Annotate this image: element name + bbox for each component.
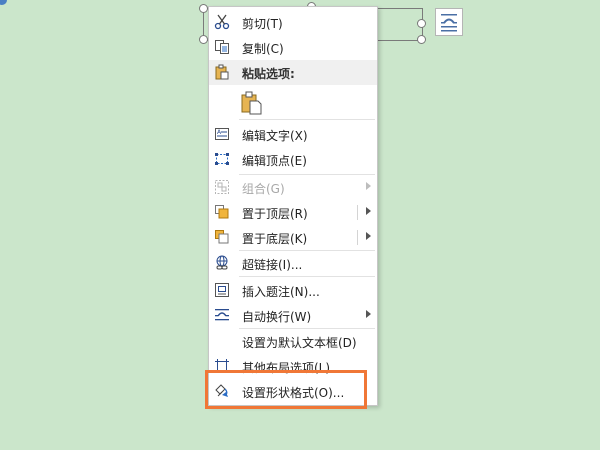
scissors-icon [214, 14, 230, 30]
resize-handle[interactable] [199, 35, 208, 44]
menu-item-cut[interactable]: 剪切(T) [209, 10, 377, 35]
submenu-arrow-icon[interactable] [366, 232, 371, 240]
menu-label: 粘贴选项: [242, 67, 295, 81]
menu-label: 超链接(I)... [242, 258, 303, 272]
menu-item-wrap-text[interactable]: 自动换行(W) [209, 303, 377, 328]
hyperlink-icon [216, 255, 228, 270]
bring-to-front-icon [215, 205, 229, 219]
submenu-arrow-icon [366, 182, 371, 190]
submenu-arrow-icon [366, 310, 371, 318]
menu-label: 置于顶层(R) [242, 207, 308, 221]
highlight-box [205, 370, 367, 409]
menu-item-group: 组合(G) [209, 175, 377, 200]
layout-options-button[interactable] [435, 8, 463, 36]
submenu-arrow-icon[interactable] [366, 207, 371, 215]
menu-item-edit-points[interactable]: 编辑顶点(E) [209, 147, 377, 172]
menu-item-edit-text[interactable]: A 编辑文字(X) [209, 122, 377, 147]
menu-item-hyperlink[interactable]: 超链接(I)... [209, 251, 377, 276]
menu-item-send-to-back[interactable]: 置于底层(K) [209, 225, 377, 250]
copy-icon [215, 40, 229, 54]
menu-item-bring-to-front[interactable]: 置于顶层(R) [209, 200, 377, 225]
clipboard-icon [215, 64, 229, 80]
menu-label: 剪切(T) [242, 17, 283, 31]
menu-label: 插入题注(N)... [242, 285, 320, 299]
layout-options-icon [441, 14, 457, 32]
menu-item-insert-caption[interactable]: 插入题注(N)... [209, 278, 377, 303]
menu-label: 复制(C) [242, 42, 284, 56]
blue-circle-icon [0, 0, 7, 5]
group-icon [215, 180, 229, 194]
wrap-text-icon [215, 309, 229, 321]
menu-label: 自动换行(W) [242, 310, 312, 324]
menu-label: 编辑顶点(E) [242, 154, 307, 168]
resize-handle[interactable] [417, 19, 426, 28]
edit-points-icon [215, 153, 229, 165]
menu-item-copy[interactable]: 复制(C) [209, 35, 377, 60]
menu-label: 编辑文字(X) [242, 129, 308, 143]
context-menu: 剪切(T) 复制(C) 粘贴选项: A 编辑文字(X) 编辑顶点(E) 组合(G… [208, 6, 378, 406]
paste-keep-format-icon[interactable] [239, 90, 265, 116]
menu-label: 设置为默认文本框(D) [242, 336, 357, 350]
resize-handle[interactable] [199, 4, 208, 13]
edit-text-icon: A [215, 128, 229, 140]
resize-handle[interactable] [417, 35, 426, 44]
send-to-back-icon [215, 230, 229, 244]
menu-label: 置于底层(K) [242, 232, 308, 246]
insert-caption-icon [215, 283, 229, 297]
paste-options-header: 粘贴选项: [209, 60, 377, 85]
menu-label: 组合(G) [242, 182, 285, 196]
menu-item-set-default-textbox[interactable]: 设置为默认文本框(D) [209, 329, 377, 354]
